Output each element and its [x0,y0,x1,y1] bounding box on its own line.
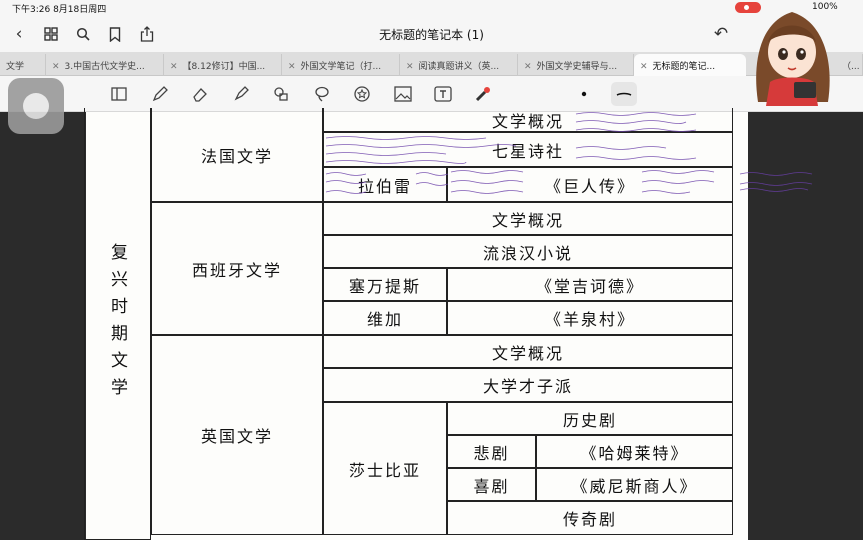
genre-tragedy: 悲剧 [447,435,536,468]
shapes-icon[interactable] [268,82,294,106]
tab-2[interactable]: ✕ 3.中国古代文学史... [46,54,164,76]
undo-icon[interactable]: ↶ [710,23,732,45]
spain-work-1: 《堂吉诃德》 [447,268,733,301]
england-overview: 文学概况 [323,335,733,368]
country-england: 英国文学 [151,335,323,535]
laser-icon[interactable] [470,82,496,106]
tab-1[interactable]: 文学 [0,54,46,76]
drawing-toolbar [0,76,863,112]
sidebar-icon[interactable] [106,82,132,106]
tab-bar: 文学 ✕ 3.中国古代文学史... ✕ 【8.12修订】中国... ✕ 外国文学笔记（… [0,52,863,76]
assistive-touch-button[interactable] [8,78,64,134]
spain-author-1: 塞万提斯 [323,268,447,301]
close-icon: ✕ [170,62,178,72]
tab-3[interactable]: ✕ 【8.12修订】中国... [164,54,282,76]
country-spain: 西班牙文学 [151,202,323,335]
tab-8[interactable]: （... [836,54,863,76]
close-icon: ✕ [406,62,414,72]
lasso-icon[interactable] [309,82,335,106]
england-university-wits: 大学才子派 [323,368,733,402]
work-merchant: 《威尼斯商人》 [536,468,733,501]
genre-romance: 传奇剧 [447,501,733,535]
tab-7-active[interactable]: ✕ 无标题的笔记... [634,54,746,76]
genre-comedy: 喜剧 [447,468,536,501]
notebook-title[interactable]: 无标题的笔记本 (1) [0,26,863,43]
sticker-icon[interactable] [349,82,375,106]
handwritten-annotations [325,112,813,194]
close-icon: ✕ [640,62,648,72]
close-icon: ✕ [52,62,60,72]
image-icon[interactable] [390,82,416,106]
spain-picaresque: 流浪汉小说 [323,235,733,268]
text-icon[interactable] [430,82,456,106]
status-bar: 下午3:26 8月18日周四 100% [0,0,863,16]
tab-6[interactable]: ✕ 外国文学史辅导与... [518,54,634,76]
genre-history: 历史剧 [447,402,733,435]
highlighter-icon[interactable] [228,82,254,106]
eraser-icon[interactable] [187,82,213,106]
tab-5[interactable]: ✕ 阅读真题讲义（英... [400,54,518,76]
note-page: 复兴时期文学 法国文学 文学概况 七星诗社 拉伯雷 《巨人传》 西班牙文学 文学… [84,108,813,540]
tab-4[interactable]: ✕ 外国文学笔记（打... [282,54,400,76]
work-hamlet: 《哈姆莱特》 [536,435,733,468]
nav-bar: ‹ 无标题的笔记本 (1) ↶ [0,16,863,52]
pen-icon[interactable] [147,82,173,106]
spain-work-2: 《羊泉村》 [447,301,733,335]
close-icon: ✕ [524,62,532,72]
spain-author-2: 维加 [323,301,447,335]
dot-icon[interactable] [571,82,597,106]
close-icon: ✕ [288,62,296,72]
england-author: 莎士比亚 [323,402,447,535]
cartoon-avatar-icon [756,12,830,106]
status-time: 下午3:26 8月18日周四 [12,5,107,15]
stroke-icon[interactable] [611,82,637,106]
